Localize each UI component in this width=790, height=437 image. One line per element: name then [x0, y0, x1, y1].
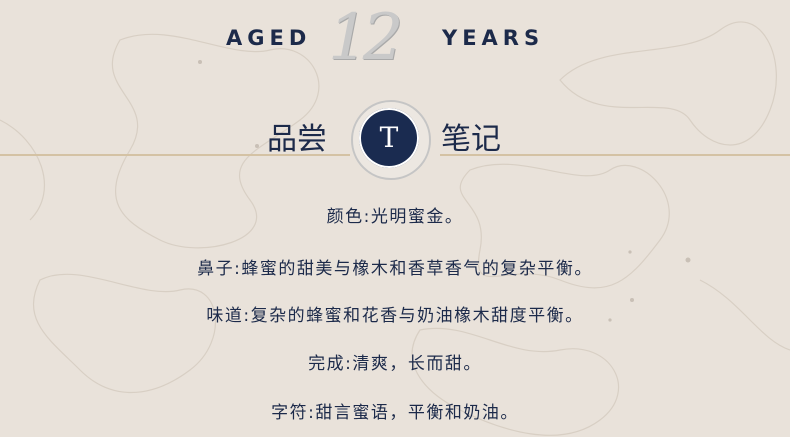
note-palate: 味道:复杂的蜂蜜和花香与奶油橡木甜度平衡。	[206, 306, 584, 326]
t-monogram-badge: T	[349, 98, 433, 182]
tasting-notes-title-row: 品尝 T 笔记	[0, 96, 790, 180]
badge-letter: T	[379, 121, 399, 154]
age-number-logo: 12	[328, 1, 403, 75]
note-finish: 完成:清爽，长而甜。	[308, 354, 482, 374]
note-character: 字符:甜言蜜语，平衡和奶油。	[271, 403, 519, 423]
aged-years-header: AGED 12 YEARS	[0, 0, 790, 80]
note-color: 颜色:光明蜜金。	[326, 207, 464, 227]
years-label: YEARS	[442, 26, 545, 50]
note-nose: 鼻子:蜂蜜的甜美与橡木和香草香气的复杂平衡。	[197, 259, 593, 279]
title-left-text: 品尝	[267, 122, 327, 157]
title-right-text: 笔记	[441, 122, 501, 157]
aged-label: AGED	[226, 26, 312, 50]
